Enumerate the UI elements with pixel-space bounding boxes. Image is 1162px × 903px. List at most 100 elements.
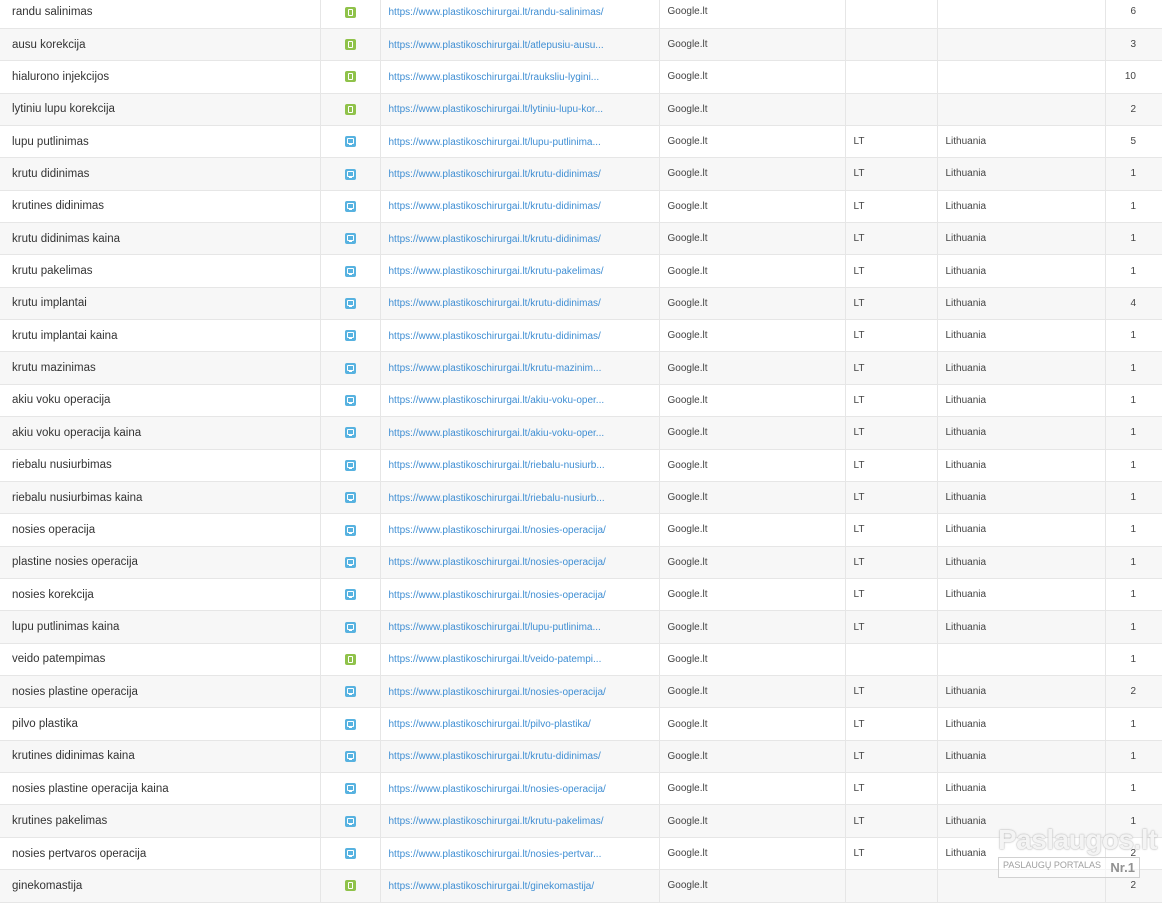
ranking-url-link[interactable]: https://www.plastikoschirurgai.lt/lupu-p… (389, 137, 601, 148)
ranking-url-link[interactable]: https://www.plastikoschirurgai.lt/krutu-… (389, 331, 601, 342)
ranking-url-link[interactable]: https://www.plastikoschirurgai.lt/krutu-… (389, 298, 601, 309)
table-row[interactable]: nosies korekcija https://www.plastikoschi… (0, 578, 1162, 612)
ranking-url-link[interactable]: https://www.plastikoschirurgai.lt/lupu-p… (389, 622, 601, 633)
desktop-device-icon (344, 298, 356, 309)
keyword-cell: krutu implantai kaina (0, 319, 321, 353)
device-cell (320, 60, 381, 94)
count-cell: 1 (1105, 513, 1162, 547)
country-cell: Lithuania (937, 190, 1106, 224)
table-row[interactable]: ginekomastija https://www.plastikoschirur… (0, 869, 1162, 903)
table-row[interactable]: krutu pakelimas https://www.plastikoschir… (0, 254, 1162, 288)
search-engine-cell: Google.lt (659, 513, 846, 547)
ranking-url-link[interactable]: https://www.plastikoschirurgai.lt/riebal… (389, 460, 605, 471)
watermark-brand: Paslaugos.lt (998, 824, 1157, 855)
table-row[interactable]: krutines didinimas kaina https://www.plas… (0, 740, 1162, 774)
country-code-cell: LT (845, 254, 938, 288)
table-row[interactable]: akiu voku operacija https://www.plastikos… (0, 384, 1162, 418)
table-row[interactable]: lupu putlinimas https://www.plastikoschir… (0, 125, 1162, 159)
table-row[interactable]: krutu mazinimas https://www.plastikoschir… (0, 351, 1162, 385)
search-engine-cell: Google.lt (659, 837, 846, 871)
table-row[interactable]: krutu didinimas kaina https://www.plastik… (0, 222, 1162, 256)
keyword-cell: ginekomastija (0, 869, 321, 903)
table-row[interactable]: krutines pakelimas https://www.plastikosc… (0, 804, 1162, 838)
table-row[interactable]: krutu didinimas https://www.plastikoschir… (0, 157, 1162, 191)
url-cell: https://www.plastikoschirurgai.lt/krutu-… (380, 351, 660, 385)
ranking-url-link[interactable]: https://www.plastikoschirurgai.lt/krutu-… (389, 266, 604, 277)
paslaugos-watermark: Paslaugos.lt PASLAUGŲ PORTALAS Nr.1 (998, 824, 1157, 880)
table-row[interactable]: krutu implantai https://www.plastikoschir… (0, 287, 1162, 321)
country-cell: Lithuania (937, 546, 1106, 579)
ranking-url-link[interactable]: https://www.plastikoschirurgai.lt/nosies… (389, 849, 602, 860)
ranking-url-link[interactable]: https://www.plastikoschirurgai.lt/riebal… (389, 493, 605, 504)
ranking-url-link[interactable]: https://www.plastikoschirurgai.lt/randu-… (389, 7, 604, 18)
ranking-url-link[interactable]: https://www.plastikoschirurgai.lt/nosies… (389, 590, 606, 601)
desktop-device-icon (344, 168, 356, 180)
desktop-device-icon (344, 265, 356, 277)
ranking-url-link[interactable]: https://www.plastikoschirurgai.lt/akiu-v… (389, 395, 605, 406)
desktop-device-icon (344, 136, 356, 148)
search-engine-cell: Google.lt (659, 190, 846, 224)
desktop-device-icon (344, 556, 356, 568)
keyword-cell: krutu didinimas (0, 157, 321, 191)
ranking-url-link[interactable]: https://www.plastikoschirurgai.lt/akiu-v… (389, 428, 605, 439)
table-row[interactable]: pilvo plastika https://www.plastikoschiru… (0, 707, 1162, 741)
ranking-url-link[interactable]: https://www.plastikoschirurgai.lt/veido-… (389, 654, 602, 665)
count-cell: 1 (1105, 740, 1162, 774)
ranking-url-link[interactable]: https://www.plastikoschirurgai.lt/krutu-… (389, 169, 601, 180)
table-row[interactable]: krutu implantai kaina https://www.plastik… (0, 319, 1162, 353)
country-cell: Lithuania (937, 578, 1106, 612)
ranking-url-link[interactable]: https://www.plastikoschirurgai.lt/nosies… (389, 687, 606, 698)
table-row[interactable]: plastine nosies operacija https://www.pla… (0, 546, 1162, 579)
url-cell: https://www.plastikoschirurgai.lt/nosies… (380, 772, 660, 806)
table-row[interactable]: lupu putlinimas kaina https://www.plastik… (0, 610, 1162, 644)
search-engine-cell: Google.lt (659, 287, 846, 321)
search-engine-cell: Google.lt (659, 546, 846, 579)
count-cell: 1 (1105, 157, 1162, 191)
table-row[interactable]: lytiniu lupu korekcija https://www.plasti… (0, 93, 1162, 126)
count-cell: 1 (1105, 707, 1162, 741)
count-cell: 1 (1105, 384, 1162, 418)
search-engine-cell: Google.lt (659, 157, 846, 191)
desktop-device-icon (344, 589, 356, 601)
table-row[interactable]: nosies pertvaros operacija https://www.pl… (0, 837, 1162, 871)
url-cell: https://www.plastikoschirurgai.lt/lupu-p… (380, 125, 660, 159)
device-cell (320, 254, 381, 288)
table-row[interactable]: riebalu nusiurbimas https://www.plastikos… (0, 449, 1162, 482)
ranking-url-link[interactable]: https://www.plastikoschirurgai.lt/atlepu… (389, 40, 604, 51)
table-row[interactable]: veido patempimas https://www.plastikoschi… (0, 643, 1162, 677)
table-row[interactable]: krutines didinimas https://www.plastikosc… (0, 190, 1162, 224)
country-cell: Lithuania (937, 675, 1106, 709)
table-row[interactable]: ausu korekcija https://www.plastikoschiru… (0, 28, 1162, 62)
ranking-url-link[interactable]: https://www.plastikoschirurgai.lt/rauksl… (389, 72, 600, 83)
ranking-url-link[interactable]: https://www.plastikoschirurgai.lt/krutu-… (389, 816, 604, 827)
table-row[interactable]: nosies plastine operacija https://www.pla… (0, 675, 1162, 709)
search-engine-cell: Google.lt (659, 740, 846, 774)
ranking-url-link[interactable]: https://www.plastikoschirurgai.lt/nosies… (389, 525, 606, 536)
keyword-cell: krutines didinimas kaina (0, 740, 321, 774)
device-cell (320, 707, 381, 741)
ranking-url-link[interactable]: https://www.plastikoschirurgai.lt/pilvo-… (389, 719, 591, 730)
url-cell: https://www.plastikoschirurgai.lt/nosies… (380, 837, 660, 871)
desktop-device-icon (344, 815, 356, 827)
table-row[interactable]: randu salinimas https://www.plastikoschir… (0, 0, 1162, 29)
search-engine-cell: Google.lt (659, 804, 846, 838)
country-cell (937, 60, 1106, 94)
table-row[interactable]: riebalu nusiurbimas kaina https://www.pla… (0, 481, 1162, 515)
ranking-url-link[interactable]: https://www.plastikoschirurgai.lt/nosies… (389, 784, 606, 795)
ranking-url-link[interactable]: https://www.plastikoschirurgai.lt/lytini… (389, 104, 604, 115)
ranking-url-link[interactable]: https://www.plastikoschirurgai.lt/krutu-… (389, 201, 601, 212)
ranking-url-link[interactable]: https://www.plastikoschirurgai.lt/krutu-… (389, 751, 601, 762)
count-cell: 1 (1105, 610, 1162, 644)
ranking-url-link[interactable]: https://www.plastikoschirurgai.lt/gineko… (389, 881, 595, 892)
ranking-url-link[interactable]: https://www.plastikoschirurgai.lt/krutu-… (389, 234, 601, 245)
table-row[interactable]: hialurono injekcijos https://www.plastiko… (0, 60, 1162, 94)
table-row[interactable]: nosies operacija https://www.plastikoschi… (0, 513, 1162, 547)
country-code-cell: LT (845, 740, 938, 774)
keyword-cell: nosies plastine operacija kaina (0, 772, 321, 806)
table-row[interactable]: akiu voku operacija kaina https://www.pla… (0, 416, 1162, 450)
ranking-url-link[interactable]: https://www.plastikoschirurgai.lt/nosies… (389, 557, 606, 568)
country-code-cell: LT (845, 546, 938, 579)
keyword-cell: krutines pakelimas (0, 804, 321, 838)
table-row[interactable]: nosies plastine operacija kaina https://w… (0, 772, 1162, 806)
ranking-url-link[interactable]: https://www.plastikoschirurgai.lt/krutu-… (389, 363, 602, 374)
